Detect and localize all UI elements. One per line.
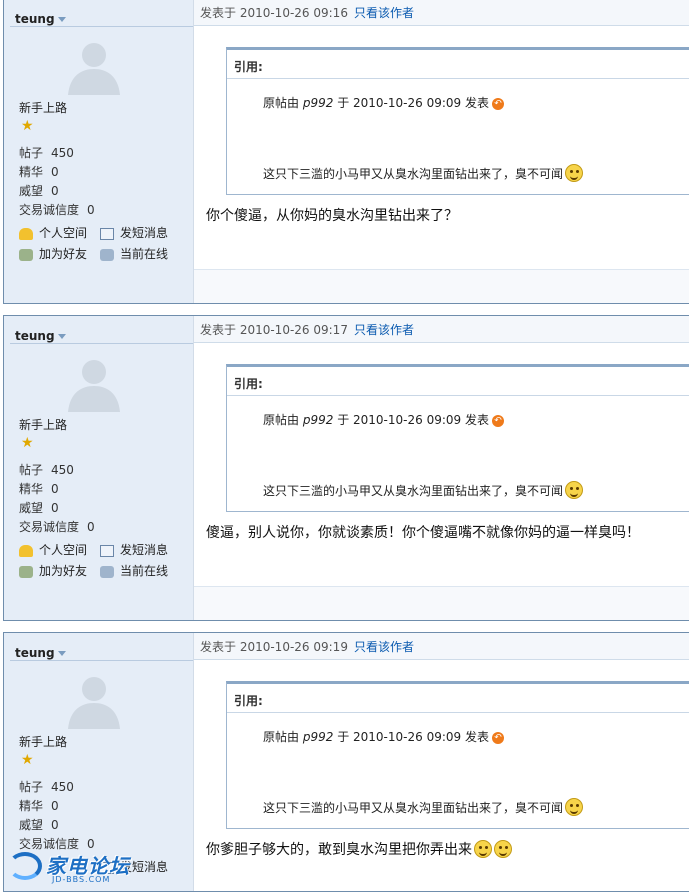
post-message: 傻逼，别人说你，你就谈素质！你个傻逼嘴不就像你妈的逼一样臭吗！ xyxy=(206,525,640,541)
envelope-icon xyxy=(100,544,114,557)
chevron-down-icon[interactable] xyxy=(57,334,66,339)
logo-domain: JD-BBS.COM xyxy=(52,875,111,884)
stat-posts: 帖子 450 xyxy=(19,780,74,794)
user-rank: 新手上路 xyxy=(19,735,68,749)
avatar[interactable] xyxy=(62,354,126,412)
post-header: 发表于 2010-10-26 09:17 只看该作者 xyxy=(194,316,689,343)
back-arrow-icon[interactable]: ↶ xyxy=(491,97,504,110)
heart-icon xyxy=(19,544,33,557)
quote-user-link[interactable]: p992 xyxy=(303,413,334,427)
user-rank: 新手上路 xyxy=(19,101,68,115)
stat-digest: 精华 0 xyxy=(19,482,59,496)
online-status-link[interactable]: 当前在线 xyxy=(100,562,168,579)
stat-trust: 交易诚信度 0 xyxy=(19,203,95,217)
send-message-link[interactable]: 发短消息 xyxy=(100,224,168,241)
add-friend-link[interactable]: 加为好友 xyxy=(19,245,87,262)
smirk-icon xyxy=(494,840,512,858)
star-icon: ★ xyxy=(21,118,34,134)
star-icon: ★ xyxy=(21,435,34,451)
avatar[interactable] xyxy=(62,37,126,95)
stat-trust: 交易诚信度 0 xyxy=(19,520,95,534)
add-user-icon xyxy=(19,565,33,578)
author-name[interactable]: teung xyxy=(15,646,66,660)
stat-digest: 精华 0 xyxy=(19,165,59,179)
post-time: 发表于 2010-10-26 09:17 xyxy=(200,323,348,337)
avatar[interactable] xyxy=(62,671,126,729)
stat-prestige: 威望 0 xyxy=(19,501,59,515)
smiley-icon xyxy=(565,798,584,816)
post-2: teung 新手上路 ★ 帖子 450 精华 0 威望 0 交易诚信度 0 个人空间 发… xyxy=(3,315,689,621)
smiley-icon xyxy=(565,481,584,499)
stat-posts: 帖子 450 xyxy=(19,463,74,477)
chevron-down-icon[interactable] xyxy=(57,17,66,22)
author-name[interactable]: teung xyxy=(15,12,66,26)
star-icon: ★ xyxy=(21,752,34,768)
back-arrow-icon[interactable]: ↶ xyxy=(491,414,504,427)
user-online-icon xyxy=(100,565,114,578)
add-friend-link[interactable]: 加为好友 xyxy=(19,562,87,579)
smirk-icon xyxy=(474,840,492,858)
stat-digest: 精华 0 xyxy=(19,799,59,813)
stat-posts: 帖子 450 xyxy=(19,146,74,160)
back-arrow-icon[interactable]: ↶ xyxy=(491,731,504,744)
online-status-link[interactable]: 当前在线 xyxy=(100,245,168,262)
post-author-panel: teung 新手上路 ★ 帖子 450 精华 0 威望 0 交易诚信度 0 个人空间 发… xyxy=(4,0,194,303)
quote-user-link[interactable]: p992 xyxy=(303,96,334,110)
heart-icon xyxy=(19,227,33,240)
user-online-icon xyxy=(100,248,114,261)
quote-origin: 原帖由 p992 于 2010-10-26 09:09 发表 ↶ xyxy=(263,411,504,428)
post-time: 发表于 2010-10-26 09:16 xyxy=(200,6,348,20)
quote-block: 引用: 原帖由 p992 于 2010-10-26 09:09 发表 ↶ 这只下三… xyxy=(226,681,689,829)
quote-text: 这只下三滥的小马甲又从臭水沟里面钻出来了，臭不可闻 xyxy=(263,481,584,499)
smiley-icon xyxy=(565,164,584,182)
post-footer xyxy=(194,269,689,303)
personal-space-link[interactable]: 个人空间 xyxy=(19,541,87,558)
logo-swirl-icon xyxy=(8,852,42,880)
quote-user-link[interactable]: p992 xyxy=(303,730,334,744)
add-user-icon xyxy=(19,248,33,261)
author-name[interactable]: teung xyxy=(15,329,66,343)
post-header: 发表于 2010-10-26 09:19 只看该作者 xyxy=(194,633,689,660)
quote-title: 引用: xyxy=(234,694,263,708)
quote-block: 引用: 原帖由 p992 于 2010-10-26 09:09 发表 ↶ 这只下三… xyxy=(226,47,689,195)
envelope-icon xyxy=(100,227,114,240)
stat-prestige: 威望 0 xyxy=(19,818,59,832)
post-message: 你个傻逼，从你妈的臭水沟里钻出来了？ xyxy=(206,208,458,224)
only-author-link[interactable]: 只看该作者 xyxy=(354,6,414,20)
chevron-down-icon[interactable] xyxy=(57,651,66,656)
post-message: 你爹胆子够大的，敢到臭水沟里把你弄出来 xyxy=(206,839,512,859)
only-author-link[interactable]: 只看该作者 xyxy=(354,640,414,654)
user-rank: 新手上路 xyxy=(19,418,68,432)
quote-text: 这只下三滥的小马甲又从臭水沟里面钻出来了，臭不可闻 xyxy=(263,164,584,182)
personal-space-link[interactable]: 个人空间 xyxy=(19,224,87,241)
quote-block: 引用: 原帖由 p992 于 2010-10-26 09:09 发表 ↶ 这只下三… xyxy=(226,364,689,512)
quote-title: 引用: xyxy=(234,60,263,74)
quote-title: 引用: xyxy=(234,377,263,391)
post-header: 发表于 2010-10-26 09:16 只看该作者 xyxy=(194,0,689,26)
quote-origin: 原帖由 p992 于 2010-10-26 09:09 发表 ↶ xyxy=(263,728,504,745)
post-author-panel: teung 新手上路 ★ 帖子 450 精华 0 威望 0 交易诚信度 0 个人空间 发… xyxy=(4,316,194,620)
site-logo: 家电论坛 JD-BBS.COM xyxy=(6,846,136,886)
post-time: 发表于 2010-10-26 09:19 xyxy=(200,640,348,654)
send-message-link[interactable]: 发短消息 xyxy=(100,541,168,558)
post-1: teung 新手上路 ★ 帖子 450 精华 0 威望 0 交易诚信度 0 个人空间 发… xyxy=(3,0,689,304)
post-footer xyxy=(194,586,689,620)
only-author-link[interactable]: 只看该作者 xyxy=(354,323,414,337)
stat-prestige: 威望 0 xyxy=(19,184,59,198)
quote-text: 这只下三滥的小马甲又从臭水沟里面钻出来了，臭不可闻 xyxy=(263,798,584,816)
quote-origin: 原帖由 p992 于 2010-10-26 09:09 发表 ↶ xyxy=(263,94,504,111)
